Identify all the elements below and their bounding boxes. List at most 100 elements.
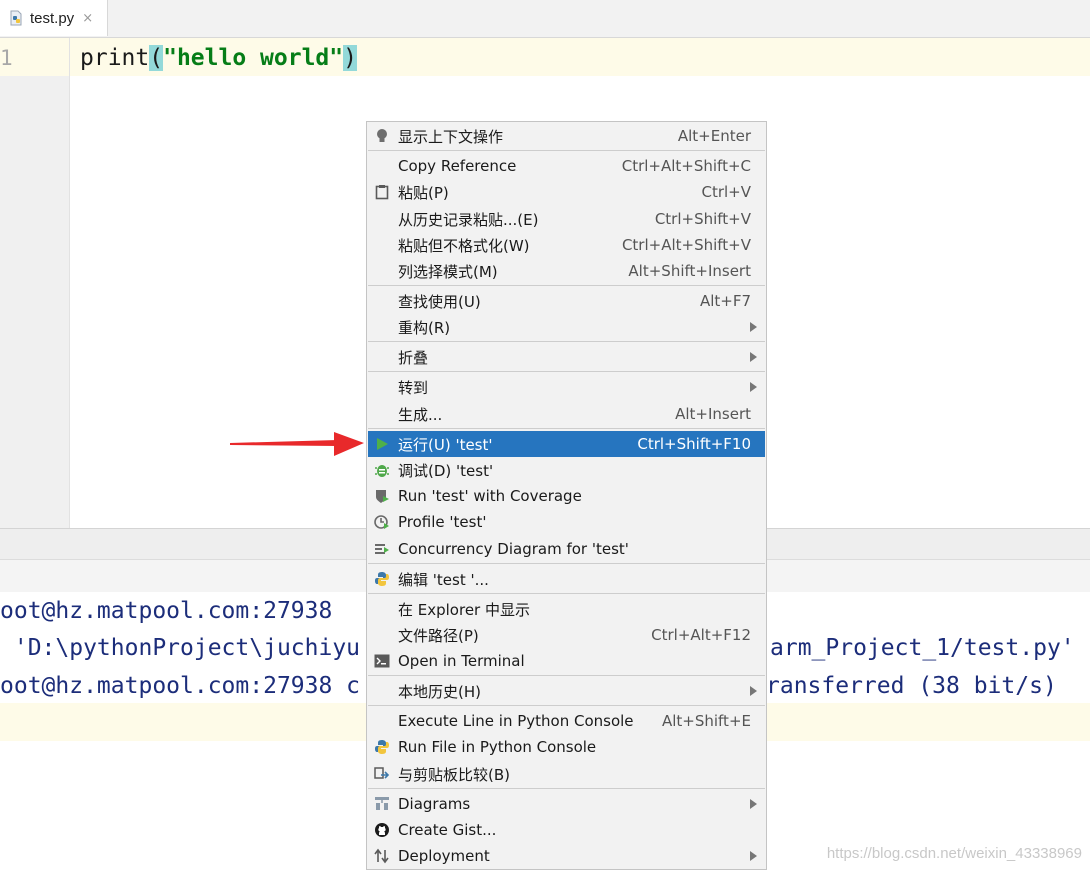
code-open-paren: ( (149, 45, 164, 71)
menu-separator (368, 341, 765, 342)
concurrency-icon (373, 540, 391, 558)
python-file-icon (10, 10, 22, 26)
menu-item-deployment[interactable]: Deployment (368, 843, 765, 869)
clipboard-icon (373, 183, 391, 201)
menu-item-show-in-explorer[interactable]: 在 Explorer 中显示 (368, 596, 765, 622)
menu-item-find-usages[interactable]: 查找使用(U) Alt+F7 (368, 288, 765, 314)
tab-label: test.py (30, 9, 75, 27)
console-line-3-left: oot@hz.matpool.com:27938 c (0, 673, 361, 699)
menu-item-shortcut: Alt+Insert (675, 405, 751, 423)
menu-item-label: 查找使用(U) (398, 292, 481, 311)
menu-item-file-path[interactable]: 文件路径(P) Ctrl+Alt+F12 (368, 622, 765, 648)
menu-separator (368, 705, 765, 706)
menu-item-shortcut: Alt+Shift+E (661, 712, 751, 730)
line-number: 1 (0, 46, 13, 70)
console-line-3-right: ransferred (38 bit/s) (766, 673, 1057, 699)
menu-item-paste[interactable]: 粘贴(P) Ctrl+V (368, 179, 765, 205)
menu-item-refactor[interactable]: 重构(R) (368, 314, 765, 340)
menu-item-label: 文件路径(P) (398, 626, 479, 645)
menu-item-debug-test[interactable]: 调试(D) 'test' (368, 457, 765, 483)
menu-item-shortcut: Ctrl+Alt+Shift+C (621, 157, 751, 175)
menu-item-shortcut: Alt+F7 (699, 292, 751, 310)
code-function: print (80, 45, 150, 71)
menu-item-label: Run File in Python Console (398, 738, 597, 756)
menu-item-shortcut: Ctrl+Alt+Shift+V (621, 236, 751, 254)
coverage-shield-icon (373, 487, 391, 505)
menu-item-show-context-actions[interactable]: 显示上下文操作 Alt+Enter (368, 123, 765, 149)
deployment-icon (373, 847, 391, 865)
menu-item-shortcut: Ctrl+V (701, 183, 751, 201)
compare-icon (373, 765, 391, 783)
menu-item-label: 编辑 'test '... (398, 570, 489, 589)
github-icon (373, 821, 391, 839)
menu-separator (368, 371, 765, 372)
menu-separator (368, 788, 765, 789)
menu-item-diagrams[interactable]: Diagrams (368, 791, 765, 817)
menu-item-open-in-terminal[interactable]: Open in Terminal (368, 648, 765, 674)
menu-item-label: Concurrency Diagram for 'test' (398, 540, 629, 558)
code-line[interactable]: print("hello world") (80, 43, 357, 73)
menu-item-shortcut: Ctrl+Shift+V (654, 210, 751, 228)
submenu-arrow-icon (750, 799, 757, 809)
editor-tab-bar: test.py × (0, 0, 1090, 38)
context-menu: 显示上下文操作 Alt+Enter Copy Reference Ctrl+Al… (366, 121, 767, 870)
menu-item-generate[interactable]: 生成... Alt+Insert (368, 401, 765, 427)
menu-item-column-selection-mode[interactable]: 列选择模式(M) Alt+Shift+Insert (368, 258, 765, 284)
line-gutter: 1 (0, 38, 70, 528)
menu-item-local-history[interactable]: 本地历史(H) (368, 678, 765, 704)
menu-item-run-file-in-console[interactable]: Run File in Python Console (368, 734, 765, 760)
menu-item-compare-with-clipboard[interactable]: 与剪贴板比较(B) (368, 761, 765, 787)
menu-item-label: 与剪贴板比较(B) (398, 765, 510, 784)
menu-item-label: Copy Reference (398, 157, 517, 175)
close-icon[interactable]: × (82, 11, 93, 26)
code-close-paren: ) (343, 45, 357, 71)
menu-item-label: Run 'test' with Coverage (398, 487, 582, 505)
menu-item-run-with-coverage[interactable]: Run 'test' with Coverage (368, 483, 765, 509)
menu-separator (368, 150, 765, 151)
menu-item-label: 折叠 (398, 348, 429, 367)
menu-separator (368, 285, 765, 286)
menu-item-paste-from-history[interactable]: 从历史记录粘贴...(E) Ctrl+Shift+V (368, 206, 765, 232)
menu-item-label: 本地历史(H) (398, 682, 481, 701)
menu-item-shortcut: Ctrl+Alt+F12 (651, 626, 751, 644)
submenu-arrow-icon (750, 352, 757, 362)
menu-item-shortcut: Alt+Shift+Insert (628, 262, 751, 280)
menu-item-concurrency-diagram[interactable]: Concurrency Diagram for 'test' (368, 536, 765, 562)
red-annotation-arrow-icon (230, 432, 364, 456)
diagram-icon (373, 795, 391, 813)
menu-item-label: 列选择模式(M) (398, 262, 498, 281)
menu-item-label: Execute Line in Python Console (398, 712, 634, 730)
menu-item-label: Deployment (398, 847, 490, 865)
menu-separator (368, 675, 765, 676)
menu-item-label: 调试(D) 'test' (398, 461, 494, 480)
menu-item-folding[interactable]: 折叠 (368, 344, 765, 370)
menu-item-label: 显示上下文操作 (398, 127, 504, 146)
menu-item-create-gist[interactable]: Create Gist... (368, 817, 765, 843)
menu-item-run-test[interactable]: 运行(U) 'test' Ctrl+Shift+F10 (368, 431, 765, 457)
menu-item-execute-line-in-console[interactable]: Execute Line in Python Console Alt+Shift… (368, 708, 765, 734)
menu-item-label: 在 Explorer 中显示 (398, 600, 530, 619)
menu-item-edit-configuration[interactable]: 编辑 'test '... (368, 566, 765, 592)
menu-item-copy-reference[interactable]: Copy Reference Ctrl+Alt+Shift+C (368, 153, 765, 179)
run-icon (373, 435, 391, 453)
menu-item-label: Open in Terminal (398, 652, 525, 670)
menu-item-label: Profile 'test' (398, 513, 487, 531)
menu-item-shortcut: Alt+Enter (677, 127, 751, 145)
code-string: "hello world" (163, 45, 344, 71)
submenu-arrow-icon (750, 851, 757, 861)
menu-item-label: 生成... (398, 405, 443, 424)
menu-item-label: 粘贴(P) (398, 183, 449, 202)
console-line-2-right: arm_Project_1/test.py' (770, 635, 1075, 661)
menu-item-label: 从历史记录粘贴...(E) (398, 210, 539, 229)
tab-test-py[interactable]: test.py × (0, 0, 108, 36)
menu-item-paste-without-formatting[interactable]: 粘贴但不格式化(W) Ctrl+Alt+Shift+V (368, 232, 765, 258)
menu-separator (368, 593, 765, 594)
menu-item-label: 运行(U) 'test' (398, 435, 493, 454)
menu-separator (368, 428, 765, 429)
menu-item-profile-test[interactable]: Profile 'test' (368, 509, 765, 535)
menu-item-label: Create Gist... (398, 821, 497, 839)
terminal-icon (373, 652, 391, 670)
menu-item-goto[interactable]: 转到 (368, 374, 765, 400)
submenu-arrow-icon (750, 686, 757, 696)
debug-bug-icon (373, 461, 391, 479)
